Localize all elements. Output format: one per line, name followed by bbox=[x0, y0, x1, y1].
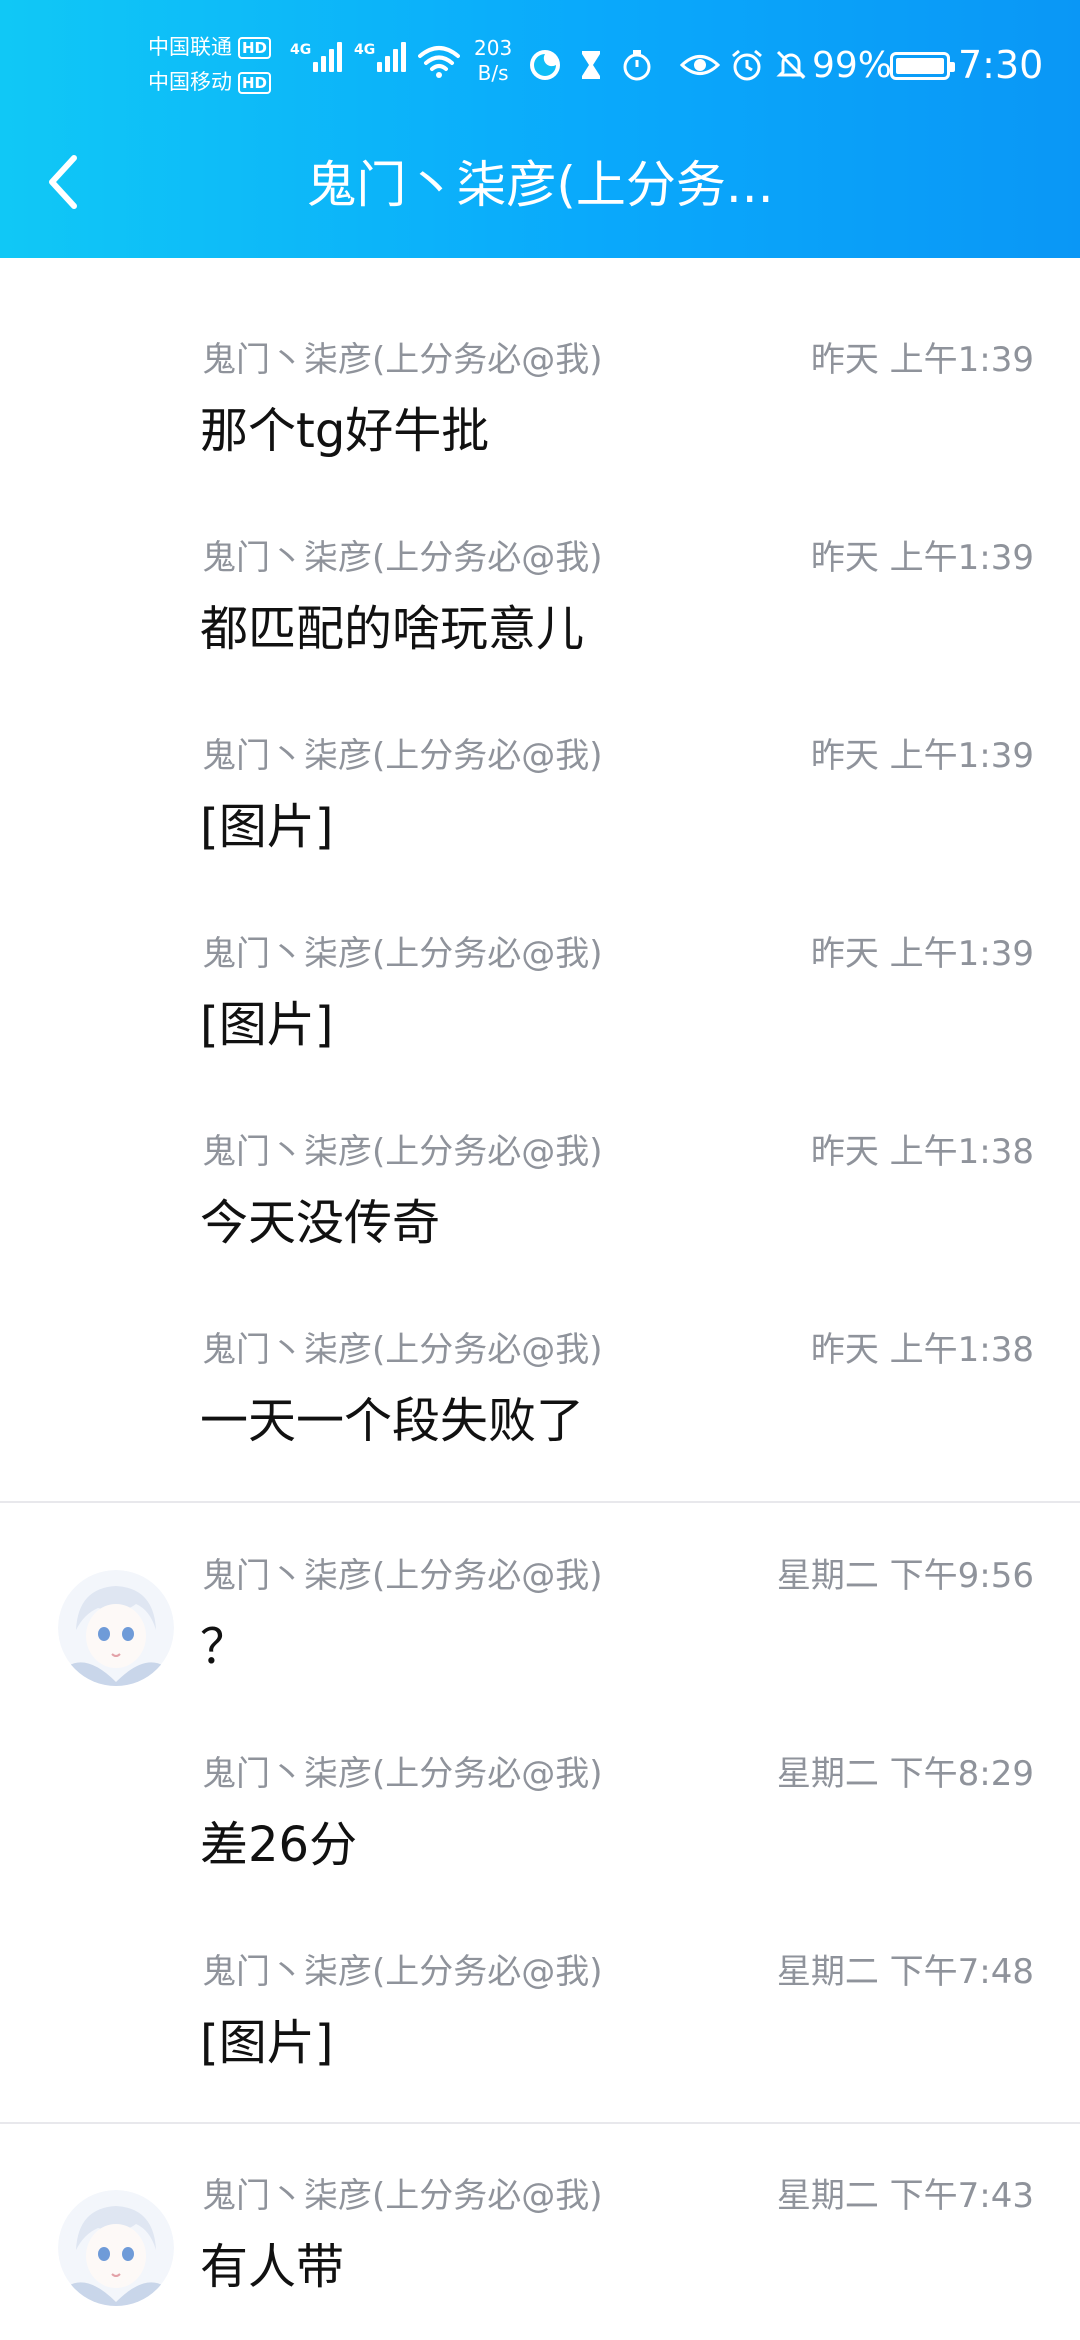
message-time: 星期二 下午7:48 bbox=[776, 1952, 1034, 1992]
sender-avatar[interactable] bbox=[58, 2190, 174, 2306]
message-text: ？ bbox=[200, 1619, 249, 1675]
status-time: 7:30 bbox=[958, 43, 1044, 87]
network-speed: 203 B/s bbox=[474, 36, 512, 86]
message-sender: 鬼门丶柒彦(上分务必@我) bbox=[202, 1556, 603, 1596]
message-time: 星期二 下午7:43 bbox=[776, 2176, 1034, 2216]
message-time: 昨天 上午1:39 bbox=[810, 538, 1034, 578]
message-text: 今天没传奇 bbox=[200, 1195, 441, 1251]
carrier-1-label: 中国联通 bbox=[148, 35, 232, 59]
message-item[interactable]: 鬼门丶柒彦(上分务必@我) 昨天 上午1:39 [图片] bbox=[0, 852, 1080, 1053]
battery-icon bbox=[890, 52, 955, 80]
message-sender: 鬼门丶柒彦(上分务必@我) bbox=[202, 1330, 603, 1370]
speed-unit: B/s bbox=[477, 61, 509, 85]
battery-percent: 99% bbox=[812, 45, 893, 86]
carrier-info: 中国联通 HD 中国移动 HD bbox=[148, 30, 288, 100]
alarm-icon bbox=[732, 49, 762, 81]
message-item[interactable]: 鬼门丶柒彦(上分务必@我) 昨天 上午1:39 那个tg好牛批 bbox=[0, 258, 1080, 459]
message-time: 昨天 上午1:39 bbox=[810, 934, 1034, 974]
message-item[interactable]: 鬼门丶柒彦(上分务必@我) 星期二 下午7:48 [图片] bbox=[0, 1870, 1080, 2071]
message-text: [图片] bbox=[200, 997, 334, 1053]
message-time: 昨天 上午1:39 bbox=[810, 340, 1034, 380]
wifi-icon bbox=[418, 46, 460, 78]
message-text: 一天一个段失败了 bbox=[200, 1393, 585, 1449]
stopwatch-icon bbox=[623, 50, 651, 81]
signal-2-icon: 4G bbox=[354, 42, 409, 72]
network-type-2: 4G bbox=[354, 42, 376, 58]
message-text: 有人带 bbox=[200, 2239, 345, 2295]
message-item[interactable]: 鬼门丶柒彦(上分务必@我) 昨天 上午1:38 一天一个段失败了 bbox=[0, 1248, 1080, 1449]
message-text: [图片] bbox=[200, 2015, 334, 2071]
message-sender: 鬼门丶柒彦(上分务必@我) bbox=[202, 1132, 603, 1172]
message-text: 差26分 bbox=[200, 1817, 358, 1873]
message-text: [图片] bbox=[200, 799, 334, 855]
message-time: 星期二 下午8:29 bbox=[776, 1754, 1034, 1794]
speed-value: 203 bbox=[474, 36, 513, 60]
page-title: 鬼门丶柒彦(上分务... bbox=[306, 156, 774, 214]
message-sender: 鬼门丶柒彦(上分务必@我) bbox=[202, 2176, 603, 2216]
message-sender: 鬼门丶柒彦(上分务必@我) bbox=[202, 340, 603, 380]
carrier-2-label: 中国移动 bbox=[148, 70, 232, 94]
message-time: 昨天 上午1:38 bbox=[810, 1132, 1034, 1172]
message-item[interactable]: 鬼门丶柒彦(上分务必@我) 星期二 下午7:43 有人带 bbox=[0, 2094, 1080, 2306]
hd-badge-1: HD bbox=[238, 36, 272, 59]
do-not-disturb-icon bbox=[530, 50, 560, 80]
message-sender: 鬼门丶柒彦(上分务必@我) bbox=[202, 538, 603, 578]
message-sender: 鬼门丶柒彦(上分务必@我) bbox=[202, 736, 603, 776]
message-sender: 鬼门丶柒彦(上分务必@我) bbox=[202, 934, 603, 974]
message-text: 都匹配的啥玩意儿 bbox=[200, 601, 585, 657]
carrier-2: 中国移动 HD bbox=[148, 65, 288, 100]
eye-icon bbox=[680, 55, 720, 75]
signal-1-icon: 4G bbox=[290, 42, 345, 72]
message-item[interactable]: 鬼门丶柒彦(上分务必@我) 昨天 上午1:38 今天没传奇 bbox=[0, 1050, 1080, 1251]
app-header: 中国联通 HD 中国移动 HD 4G 4G 203 B/s 99% 7:30 鬼… bbox=[0, 0, 1080, 258]
message-item[interactable]: 鬼门丶柒彦(上分务必@我) 昨天 上午1:39 [图片] bbox=[0, 654, 1080, 855]
message-item[interactable]: 鬼门丶柒彦(上分务必@我) 星期二 下午8:29 差26分 bbox=[0, 1672, 1080, 1873]
sender-avatar[interactable] bbox=[58, 1570, 174, 1686]
message-time: 昨天 上午1:39 bbox=[810, 736, 1034, 776]
hd-badge-2: HD bbox=[238, 71, 272, 94]
message-sender: 鬼门丶柒彦(上分务必@我) bbox=[202, 1754, 603, 1794]
message-time: 昨天 上午1:38 bbox=[810, 1330, 1034, 1370]
carrier-1: 中国联通 HD bbox=[148, 30, 288, 65]
network-type-1: 4G bbox=[290, 42, 312, 58]
message-time: 星期二 下午9:56 bbox=[776, 1556, 1034, 1596]
message-text: 那个tg好牛批 bbox=[200, 403, 490, 459]
message-item[interactable]: 鬼门丶柒彦(上分务必@我) 星期二 下午9:56 ？ bbox=[0, 1474, 1080, 1686]
status-bar: 中国联通 HD 中国移动 HD 4G 4G 203 B/s 99% 7:30 bbox=[0, 0, 1080, 120]
mute-bell-icon bbox=[776, 50, 806, 80]
message-item[interactable]: 鬼门丶柒彦(上分务必@我) 昨天 上午1:39 都匹配的啥玩意儿 bbox=[0, 456, 1080, 657]
message-sender: 鬼门丶柒彦(上分务必@我) bbox=[202, 1952, 603, 1992]
hourglass-icon bbox=[582, 51, 600, 79]
